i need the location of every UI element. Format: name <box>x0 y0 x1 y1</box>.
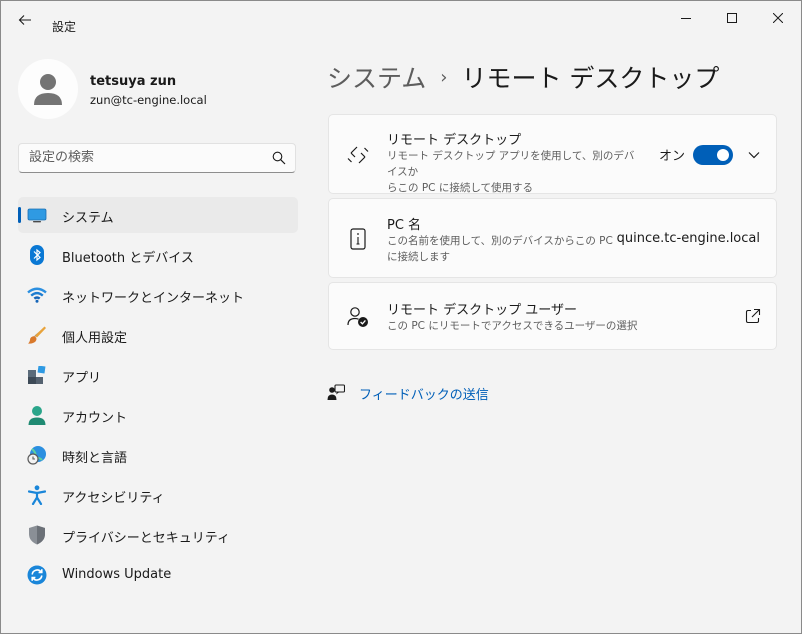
feedback-icon <box>327 384 345 402</box>
title-bar: 設定 <box>1 1 801 37</box>
user-avatar-icon <box>34 74 62 105</box>
pc-info-icon <box>347 228 369 250</box>
settings-window: 設定 tetsuya zun zun@tc-engine.local システム <box>0 0 802 634</box>
close-icon <box>773 13 783 23</box>
sidebar-item-label: ネットワークとインターネット <box>62 291 245 306</box>
user-check-icon <box>347 306 369 328</box>
sidebar-item-label: アクセシビリティ <box>62 491 165 506</box>
minimize-icon <box>681 18 691 19</box>
sidebar-item-network[interactable]: ネットワークとインターネット <box>18 277 298 313</box>
toggle-knob <box>717 149 729 161</box>
description-line: リモート デスクトップ アプリを使用して、別のデバイスか <box>387 150 635 178</box>
page-title: リモート デスクトップ <box>461 64 720 93</box>
remote-users-description: この PC にリモートでアクセスできるユーザーの選択 <box>387 320 638 332</box>
breadcrumb-parent[interactable]: システム <box>327 64 426 93</box>
description-line: らこの PC に接続して使用する <box>387 182 534 194</box>
chevron-down-icon <box>748 152 760 159</box>
pc-name-value: quince.tc-engine.local <box>616 231 760 246</box>
accessibility-icon <box>27 485 47 505</box>
maximize-button[interactable] <box>709 5 755 31</box>
sidebar-item-label: アカウント <box>62 411 128 426</box>
avatar[interactable] <box>18 59 78 119</box>
account-icon <box>27 405 47 425</box>
close-button[interactable] <box>755 5 801 31</box>
remote-desktop-icon <box>347 144 369 166</box>
user-name: tetsuya zun <box>90 74 177 89</box>
remote-desktop-description: リモート デスクトップ アプリを使用して、別のデバイスか らこの PC に接続し… <box>387 148 637 196</box>
sidebar-item-apps[interactable]: アプリ <box>18 357 298 393</box>
system-monitor-icon <box>27 205 47 225</box>
app-title: 設定 <box>52 20 77 34</box>
sidebar-item-label: 時刻と言語 <box>62 451 128 466</box>
user-email: zun@tc-engine.local <box>90 93 207 107</box>
toggle-state-label: オン <box>659 149 686 164</box>
breadcrumb-separator: › <box>440 67 448 88</box>
remote-desktop-card[interactable]: リモート デスクトップ リモート デスクトップ アプリを使用して、別のデバイスか… <box>328 114 777 194</box>
bluetooth-icon <box>27 245 47 265</box>
feedback-link[interactable]: フィードバックの送信 <box>327 382 489 404</box>
pc-name-description: この名前を使用して、別のデバイスからこの PC に接続します <box>387 233 637 265</box>
search-input[interactable] <box>29 150 259 165</box>
pc-name-title: PC 名 <box>387 218 422 233</box>
sidebar-item-label: システム <box>62 211 114 226</box>
description-line: に接続します <box>387 251 450 263</box>
minimize-button[interactable] <box>663 5 709 31</box>
sidebar-item-label: プライバシーとセキュリティ <box>62 531 230 546</box>
sidebar-item-personalization[interactable]: 個人用設定 <box>18 317 298 353</box>
remote-desktop-users-card[interactable]: リモート デスクトップ ユーザー この PC にリモートでアクセスできるユーザー… <box>328 282 777 350</box>
sidebar-item-system[interactable]: システム <box>18 197 298 233</box>
sidebar-item-accounts[interactable]: アカウント <box>18 397 298 433</box>
update-icon <box>27 565 47 585</box>
wifi-icon <box>27 285 47 305</box>
sidebar-item-label: Windows Update <box>62 567 172 582</box>
brush-icon <box>27 325 47 345</box>
breadcrumb: システム › リモート デスクトップ <box>327 59 719 95</box>
sidebar-item-label: 個人用設定 <box>62 331 128 346</box>
shield-icon <box>27 525 47 545</box>
remote-users-title: リモート デスクトップ ユーザー <box>387 303 578 318</box>
remote-desktop-toggle[interactable] <box>693 145 733 165</box>
time-language-icon <box>27 445 47 465</box>
expand-button[interactable] <box>743 145 765 165</box>
apps-icon <box>27 365 47 385</box>
sidebar-item-label: アプリ <box>62 371 102 386</box>
maximize-icon <box>727 13 737 23</box>
search-box[interactable] <box>18 143 296 173</box>
sidebar-item-time-language[interactable]: 時刻と言語 <box>18 437 298 473</box>
pc-name-card: PC 名 この名前を使用して、別のデバイスからこの PC に接続します quin… <box>328 198 777 278</box>
back-button[interactable] <box>11 9 39 31</box>
sidebar-item-bluetooth[interactable]: Bluetooth とデバイス <box>18 237 298 273</box>
sidebar-item-accessibility[interactable]: アクセシビリティ <box>18 477 298 513</box>
selected-indicator <box>18 207 21 223</box>
description-line: この名前を使用して、別のデバイスからこの PC <box>387 235 613 247</box>
external-link-icon[interactable] <box>745 308 761 324</box>
remote-desktop-title: リモート デスクトップ <box>387 133 522 148</box>
feedback-label[interactable]: フィードバックの送信 <box>359 384 489 403</box>
sidebar-item-privacy[interactable]: プライバシーとセキュリティ <box>18 517 298 553</box>
sidebar-item-windows-update[interactable]: Windows Update <box>18 557 298 593</box>
back-arrow-icon <box>18 15 31 25</box>
sidebar-item-label: Bluetooth とデバイス <box>62 251 194 266</box>
search-icon[interactable] <box>272 151 286 165</box>
